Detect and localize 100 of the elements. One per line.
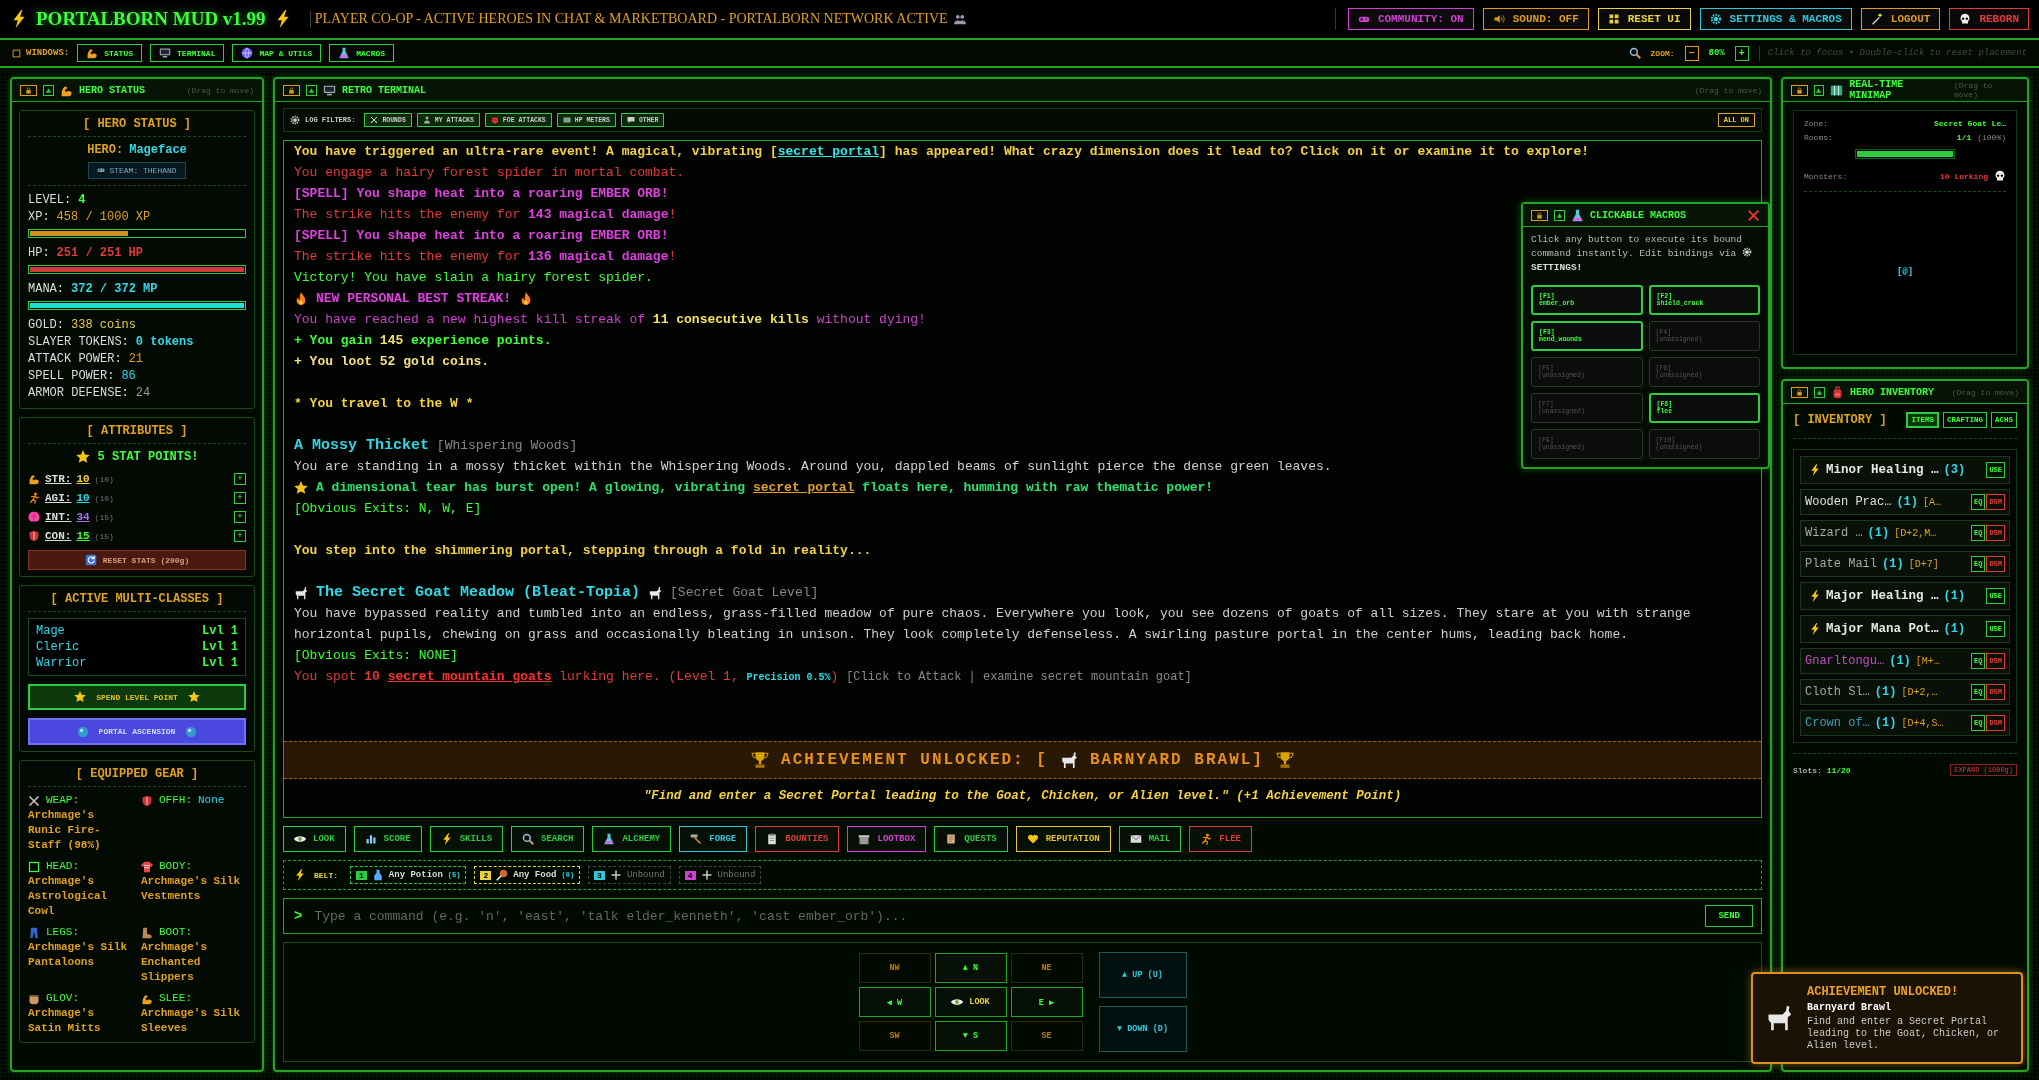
zoom-in-button[interactable]: + — [1734, 45, 1749, 61]
gamepad-icon — [97, 166, 106, 174]
lock-button[interactable] — [1791, 386, 1808, 398]
item-count: (1) — [1874, 716, 1897, 730]
belt-slot[interactable]: 3 Unbound — [588, 866, 671, 884]
command-button[interactable]: FLEE — [1189, 826, 1252, 852]
direction-button[interactable]: LOOK — [934, 987, 1007, 1017]
log-line: The strike hits the enemy for 136 magical damage! — [294, 248, 677, 266]
monster-count: 10 Lurking — [1940, 171, 1988, 181]
command-button[interactable]: SKILLS — [429, 826, 504, 852]
direction-button[interactable]: ▼ S — [934, 1021, 1007, 1051]
panel-title: CLICKABLE MACROS — [1590, 209, 1686, 221]
stat-points: 5 STAT POINTS! — [97, 450, 199, 464]
toast-text: Find and enter a Secret Portal leading to the Goat, Chicken, or Alien level. — [1807, 1015, 2001, 1052]
command-button[interactable]: LOOK — [283, 826, 346, 852]
stat-value: 21 — [128, 352, 144, 366]
speaker-icon — [1492, 13, 1505, 25]
star-icon — [294, 480, 308, 495]
lock-button[interactable] — [1531, 209, 1548, 221]
item-name: Crown of… — [1805, 716, 1870, 730]
zone-name: Secret Goat Le… — [1934, 119, 2006, 128]
lock-icon — [1796, 388, 1803, 396]
increase-button[interactable]: + — [234, 511, 246, 523]
collapse-button[interactable] — [306, 84, 317, 96]
header-button[interactable]: COMMUNITY: ON — [1347, 8, 1474, 30]
spend-level-button[interactable]: SPEND LEVEL POINT — [28, 684, 246, 710]
zoom-out-button[interactable]: − — [1684, 45, 1699, 61]
command-button[interactable]: SEARCH — [511, 826, 585, 852]
direction-button[interactable]: E ▶ — [1010, 987, 1083, 1017]
orb-icon — [185, 725, 198, 738]
attribute-label: STR: — [45, 473, 72, 485]
command-button[interactable]: SCORE — [353, 826, 422, 852]
slot-label: Any Potion — [388, 870, 443, 880]
lock-button[interactable] — [283, 84, 300, 96]
direction-button[interactable]: ▲ N — [934, 953, 1007, 983]
send-button[interactable]: SEND — [1705, 905, 1753, 927]
lock-button[interactable] — [20, 84, 37, 96]
header-button[interactable]: SETTINGS & MACROS — [1699, 8, 1852, 30]
direction-button[interactable]: NW — [858, 953, 931, 983]
item-name: Major Mana Pot… — [1826, 622, 1939, 636]
direction-button[interactable]: SE — [1010, 1021, 1083, 1051]
orb-icon — [76, 725, 89, 738]
header-button[interactable]: REBORN — [1949, 8, 2029, 30]
increase-button[interactable]: + — [234, 492, 246, 504]
direction-button[interactable]: ▲ UP (U) — [1098, 952, 1187, 998]
increase-button[interactable]: + — [234, 530, 246, 542]
collapse-button[interactable] — [43, 84, 54, 96]
link[interactable]: secret portal — [752, 480, 855, 495]
header-button[interactable]: RESET UI — [1597, 8, 1691, 30]
collapse-button[interactable] — [1813, 84, 1825, 96]
item-name: Wooden Prac… — [1805, 495, 1892, 509]
command-button[interactable]: BOUNTIES — [755, 826, 840, 852]
window-button[interactable]: MACROS — [329, 44, 395, 62]
monitor-icon — [159, 47, 172, 59]
lock-button[interactable] — [1791, 84, 1808, 96]
link[interactable]: secret portal — [777, 144, 880, 159]
command-button[interactable]: ALCHEMY — [592, 826, 672, 852]
log-line: [SPELL] You shape heat into a roaring EMBER ORB! — [294, 185, 669, 203]
window-button[interactable]: STATUS — [77, 44, 143, 62]
close-icon — [1747, 208, 1760, 222]
settings-link[interactable]: SETTINGS! — [1531, 262, 1583, 273]
trophy-icon — [751, 751, 770, 769]
rooms-label: Rooms: — [1804, 133, 1833, 142]
portal-ascension-button[interactable]: PORTAL ASCENSION — [28, 718, 246, 745]
header-button[interactable]: LOGOUT — [1860, 8, 1941, 30]
command-button[interactable]: MAIL — [1118, 826, 1182, 852]
stat-label: GOLD: — [28, 318, 64, 332]
boot-icon — [141, 926, 153, 939]
direction-button[interactable]: ▼ DOWN (D) — [1098, 1006, 1187, 1052]
lightning-icon — [1809, 464, 1821, 476]
direction-button[interactable]: SW — [858, 1021, 931, 1051]
collapse-button[interactable] — [1554, 209, 1565, 221]
direction-button[interactable]: NE — [1010, 953, 1083, 983]
window-button[interactable]: MAP & UTILS — [232, 44, 322, 62]
command-button[interactable]: LOOTBOX — [847, 826, 927, 852]
increase-button[interactable]: + — [234, 473, 246, 485]
command-button[interactable]: QUESTS — [934, 826, 1008, 852]
attribute-value: 15 — [76, 530, 90, 542]
close-button[interactable] — [1747, 208, 1760, 222]
square-icon — [28, 860, 40, 873]
reset-stats-button[interactable]: RESET STATS (200g) — [28, 550, 246, 570]
direction-button[interactable]: ◀ W — [858, 987, 931, 1017]
star-icon — [187, 691, 200, 703]
item-name: Wizard … — [1805, 526, 1863, 540]
attribute-label: INT: — [45, 511, 72, 523]
header-button[interactable]: SOUND: OFF — [1482, 8, 1589, 30]
command-button[interactable]: REPUTATION — [1015, 826, 1111, 852]
panel-title: REAL-TIME MINIMAP — [1849, 79, 1905, 101]
belt-slot[interactable]: 4 Unbound — [678, 866, 762, 884]
stat-value: 372 / 372 MP — [71, 282, 158, 296]
window-button[interactable]: TERMINAL — [150, 44, 225, 62]
collapse-button[interactable] — [1814, 386, 1825, 398]
achievement-name: BARNYARD BRAWL] — [1089, 751, 1264, 769]
command-button[interactable]: FORGE — [679, 826, 748, 852]
command-field[interactable]: > Type a command (e.g. 'n', 'east', 'talk elder_kenneth', 'cast ember_orb')... SEND — [283, 898, 1762, 934]
log-line: You have bypassed reality and tumbled into an endless, grass-filled meadow of pure chaos. Everywhere you look, you see dozens of goats of all sizes. They stare at you with strange horizontal pupils, chewing on grass and occasionally bleating in unison. They look completely defenseless. A swirling pasture portal in the center hums, leading back home. — [294, 605, 1692, 644]
link[interactable]: secret mountain goats — [387, 669, 552, 684]
item-stats: [M+… — [1915, 655, 1940, 667]
flexed-arm-icon — [86, 47, 99, 59]
stat-label: MANA: — [28, 282, 64, 296]
